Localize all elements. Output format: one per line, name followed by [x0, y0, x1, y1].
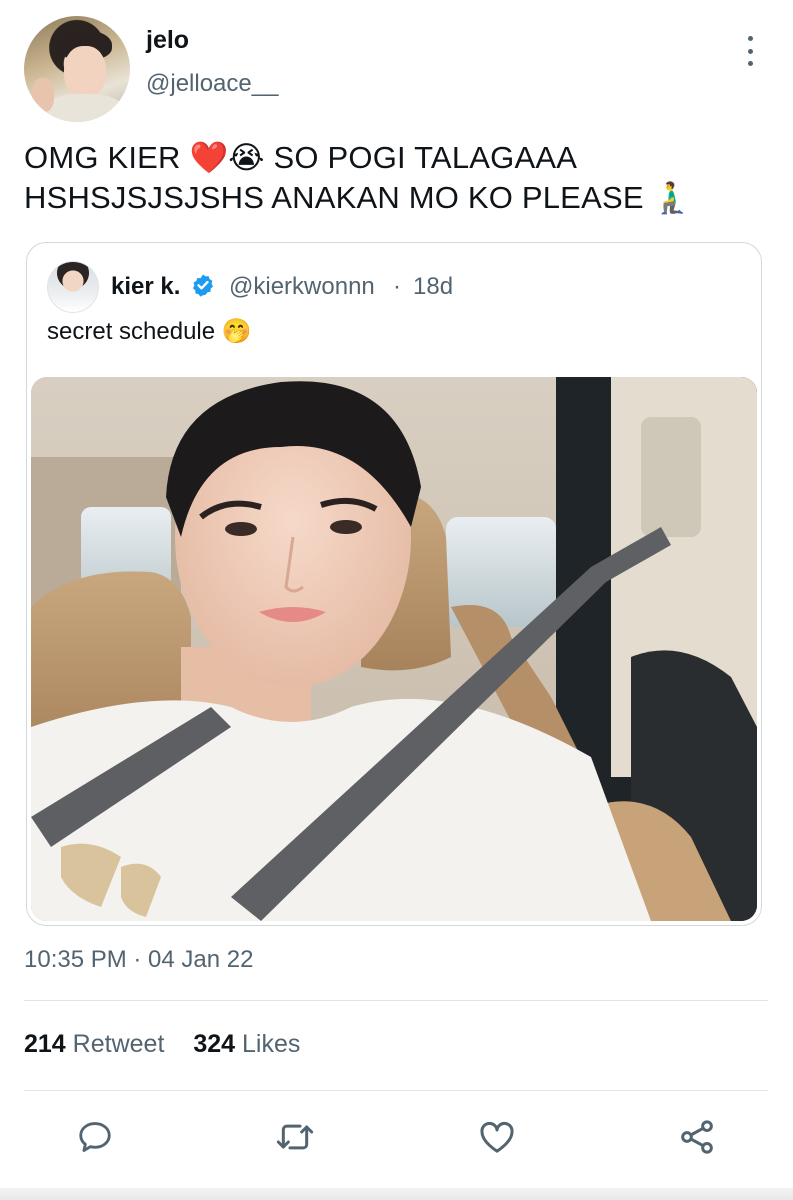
author-avatar[interactable] — [24, 16, 130, 122]
retweet-label[interactable]: Retweet — [73, 1030, 165, 1058]
tweet-text-line2: HSHSJSJSJSHS ANAKAN MO KO PLEASE — [24, 180, 644, 215]
share-icon — [681, 1120, 713, 1154]
kneeling-person-emoji: 🧎‍♂️ — [652, 180, 692, 216]
tweet-text: OMG KIER ❤️😭 SO POGI TALAGAAA HSHSJSJSJS… — [24, 138, 764, 218]
tweet-text-line1: OMG KIER — [24, 140, 181, 175]
engagement-stats: 214 Retweet 324 Likes — [24, 1030, 322, 1059]
like-button[interactable] — [476, 1116, 518, 1158]
avatar-body — [44, 94, 124, 122]
quoted-text-content: secret schedule — [47, 318, 216, 345]
quoted-tweet-photo[interactable] — [31, 377, 757, 921]
verified-badge-icon — [193, 274, 213, 297]
heart-icon — [480, 1121, 514, 1153]
author-handle[interactable]: @jelloace__ — [146, 70, 278, 98]
reply-button[interactable] — [74, 1116, 116, 1158]
reply-icon — [79, 1122, 111, 1152]
author-display-name[interactable]: jelo — [146, 26, 189, 55]
quoted-author-display-name[interactable]: kier k. — [111, 273, 180, 301]
divider-top — [24, 1000, 768, 1001]
quoted-tweet-age[interactable]: 18d — [413, 273, 453, 301]
quoted-tweet-text: secret schedule 🤭 — [47, 317, 252, 346]
quoted-author-handle[interactable]: @kierkwonnn — [229, 273, 375, 301]
avatar-face — [64, 46, 106, 98]
crying-face-emoji: 😭 — [228, 140, 265, 176]
quoted-author-avatar[interactable] — [47, 261, 99, 313]
red-heart-emoji: ❤️ — [189, 140, 229, 176]
share-button[interactable] — [676, 1116, 718, 1158]
selfie-car-photo — [31, 377, 757, 921]
tweet-timestamp[interactable]: 10:35 PM · 04 Jan 22 — [24, 946, 253, 974]
retweet-icon — [276, 1124, 314, 1150]
tweet-text-line1b: SO POGI TALAGAAA — [273, 140, 578, 175]
action-bar — [0, 1116, 793, 1160]
retweet-button[interactable] — [274, 1116, 316, 1158]
hand-over-mouth-emoji: 🤭 — [221, 317, 252, 345]
like-label[interactable]: Likes — [242, 1030, 300, 1058]
avatar-hand — [32, 78, 54, 112]
bottom-edge — [0, 1188, 793, 1200]
quoted-separator: · — [393, 273, 401, 300]
divider-bottom — [24, 1090, 768, 1091]
more-vertical-icon[interactable] — [738, 36, 762, 66]
retweet-count[interactable]: 214 — [24, 1030, 66, 1058]
quoted-tweet-card[interactable]: kier k. @kierkwonnn · 18d secret schedul… — [26, 242, 762, 926]
like-count[interactable]: 324 — [193, 1030, 235, 1058]
